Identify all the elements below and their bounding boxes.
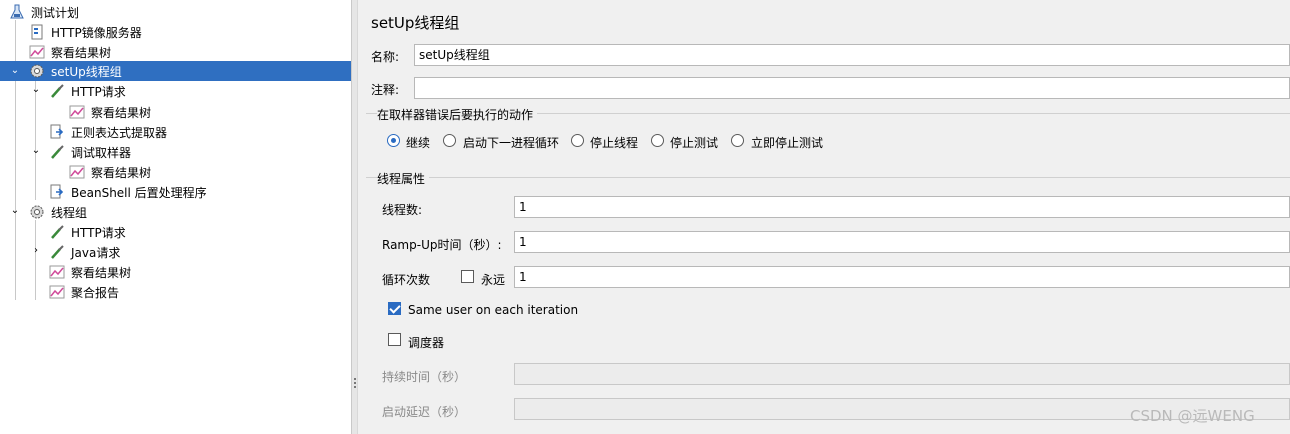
watermark: CSDN @远WENG: [1130, 407, 1255, 425]
tree-item-label: HTTP镜像服务器: [51, 25, 142, 40]
loop-count-field[interactable]: 1: [514, 266, 1290, 288]
pipette-sampler-icon: [49, 244, 65, 260]
radio-continue[interactable]: [387, 134, 400, 147]
forever-checkbox[interactable]: [461, 270, 474, 283]
tree-item-beanshell-postprocessor[interactable]: BeanShell 后置处理程序: [0, 182, 351, 202]
tree-item-label: 线程组: [51, 205, 88, 220]
chevron-down-icon[interactable]: ⌄: [31, 146, 41, 156]
tree-item-label: 察看结果树: [91, 105, 152, 120]
chevron-down-icon[interactable]: ⌄: [10, 66, 20, 76]
aggregate-report-icon: [49, 284, 65, 300]
tree-item-view-results-tree[interactable]: 察看结果树: [0, 42, 351, 62]
same-user-label: Same user on each iteration: [408, 303, 579, 317]
rampup-field[interactable]: 1: [514, 231, 1290, 253]
same-user-checkbox[interactable]: [388, 302, 401, 315]
thread-props-group-title: 线程属性: [377, 170, 430, 187]
panel-splitter[interactable]: [351, 0, 358, 434]
tree-item-label: 调试取样器: [71, 145, 132, 160]
results-tree-listener-icon: [49, 264, 65, 280]
radio-stop-thread-label: 停止线程: [590, 136, 639, 150]
radio-stop-test[interactable]: [651, 134, 664, 147]
error-action-group-title: 在取样器错误后要执行的动作: [377, 106, 538, 123]
tree-item-http-mirror-server[interactable]: HTTP镜像服务器: [0, 22, 351, 42]
gear-icon: [29, 63, 45, 79]
pipette-sampler-icon: [49, 83, 65, 99]
threads-field[interactable]: 1: [514, 196, 1290, 218]
pipette-sampler-icon: [49, 144, 65, 160]
duration-field[interactable]: [514, 363, 1290, 385]
radio-start-next-loop[interactable]: [443, 134, 456, 147]
tree-item-thread-group[interactable]: ⌄ 线程组: [0, 202, 351, 222]
tree-item-debug-sampler[interactable]: ⌄ 调试取样器: [0, 142, 351, 162]
threads-label: 线程数:: [382, 203, 423, 217]
tree-item-view-results-tree[interactable]: 察看结果树: [0, 262, 351, 282]
page-title: setUp线程组: [371, 14, 460, 32]
chevron-down-icon[interactable]: ⌄: [10, 206, 20, 216]
rampup-label: Ramp-Up时间（秒）:: [382, 238, 502, 252]
scheduler-label: 调度器: [408, 336, 445, 350]
radio-stop-test-now[interactable]: [731, 134, 744, 147]
thread-group-editor: setUp线程组 名称: setUp线程组 注释: 在取样器错误后要执行的动作 …: [358, 0, 1290, 434]
chevron-down-icon[interactable]: ⌄: [31, 85, 41, 95]
radio-stop-test-label: 停止测试: [670, 136, 719, 150]
tree-item-regex-extractor[interactable]: 正则表达式提取器: [0, 122, 351, 142]
name-field[interactable]: setUp线程组: [414, 44, 1290, 66]
http-mirror-server-icon: [29, 24, 45, 40]
radio-stop-test-now-label: 立即停止测试: [751, 136, 824, 150]
tree-item-label: 测试计划: [31, 5, 80, 20]
splitter-grip-dot: [354, 386, 356, 388]
radio-continue-label: 继续: [406, 136, 431, 150]
tree-item-view-results-tree[interactable]: 察看结果树: [0, 102, 351, 122]
results-tree-listener-icon: [29, 44, 45, 60]
tree-item-label: 察看结果树: [51, 45, 112, 60]
tree-item-http-request[interactable]: HTTP请求: [0, 222, 351, 242]
thread-props-group-border: [366, 177, 1290, 178]
radio-start-next-loop-label: 启动下一进程循环: [463, 136, 560, 150]
tree-item-label: 察看结果树: [91, 165, 152, 180]
loop-count-label: 循环次数: [382, 273, 431, 287]
tree-item-setup-thread-group[interactable]: ⌄ setUp线程组: [0, 61, 351, 81]
comment-label: 注释:: [371, 83, 400, 97]
chevron-right-icon[interactable]: ›: [31, 246, 41, 256]
comment-field[interactable]: [414, 77, 1290, 99]
tree-item-test-plan[interactable]: 测试计划: [0, 2, 351, 22]
tree-item-view-results-tree[interactable]: 察看结果树: [0, 162, 351, 182]
results-tree-listener-icon: [69, 104, 85, 120]
scheduler-checkbox[interactable]: [388, 333, 401, 346]
extractor-arrow-icon: [49, 184, 65, 200]
tree-item-label: 聚合报告: [71, 285, 120, 300]
pipette-sampler-icon: [49, 224, 65, 240]
tree-item-label: HTTP请求: [71, 225, 126, 240]
tree-item-label: 察看结果树: [71, 265, 132, 280]
forever-label: 永远: [481, 273, 506, 287]
extractor-arrow-icon: [49, 124, 65, 140]
startup-delay-label: 启动延迟（秒）: [382, 405, 467, 419]
test-plan-icon: [9, 4, 25, 20]
tree-item-label: BeanShell 后置处理程序: [71, 185, 207, 200]
tree-item-java-request[interactable]: › Java请求: [0, 242, 351, 262]
splitter-grip-dot: [354, 378, 356, 380]
tree-item-aggregate-report[interactable]: 聚合报告: [0, 282, 351, 302]
tree-item-label: 正则表达式提取器: [71, 125, 168, 140]
tree-item-label: Java请求: [71, 245, 121, 260]
radio-stop-thread[interactable]: [571, 134, 584, 147]
test-plan-tree: 测试计划 HTTP镜像服务器 察看结果树 ⌄ setUp线程组 ⌄ HTTP请求: [0, 0, 351, 434]
tree-item-http-request[interactable]: ⌄ HTTP请求: [0, 81, 351, 101]
gear-icon: [29, 204, 45, 220]
tree-item-label: setUp线程组: [51, 64, 122, 79]
tree-item-label: HTTP请求: [71, 84, 126, 99]
splitter-grip-dot: [354, 382, 356, 384]
name-label: 名称:: [371, 50, 400, 64]
results-tree-listener-icon: [69, 164, 85, 180]
duration-label: 持续时间（秒）: [382, 370, 467, 384]
